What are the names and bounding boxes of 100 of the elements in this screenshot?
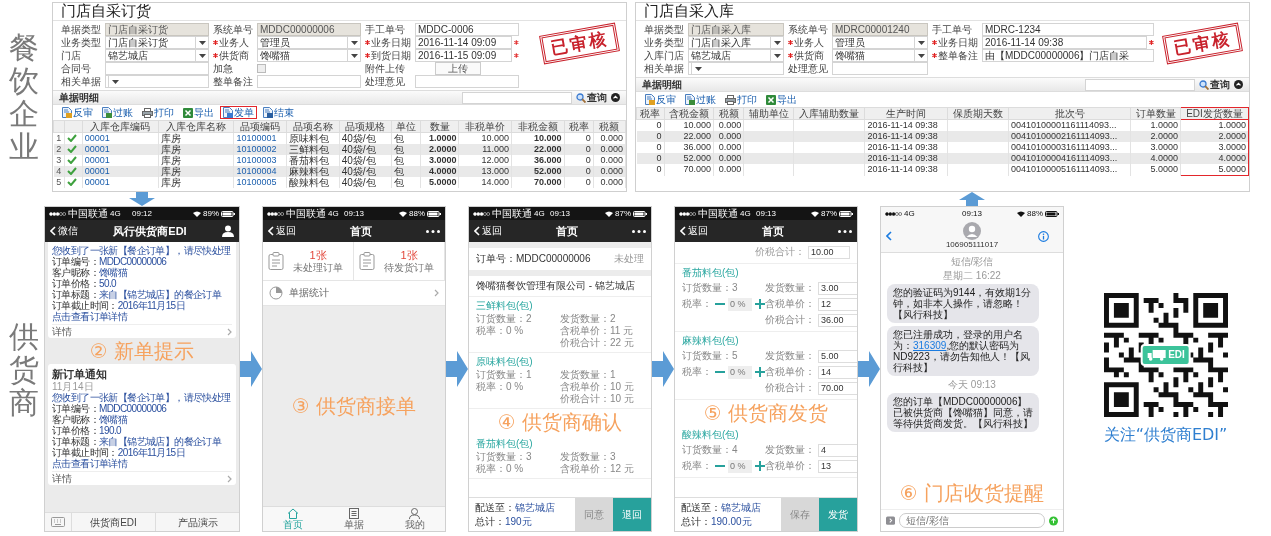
text-field[interactable]: 门店自采订货 <box>105 23 209 36</box>
dropdown[interactable]: 门店自采订货 <box>105 36 209 49</box>
dropdown[interactable]: 馋嘴猫 <box>257 49 361 62</box>
text-field[interactable]: 0 % <box>728 365 752 379</box>
dropdown[interactable]: 锦艺城店 <box>105 49 209 62</box>
plus-icon[interactable] <box>755 461 765 471</box>
text-field[interactable]: MDDC-0006 <box>415 23 519 36</box>
dropdown[interactable]: 管理员 <box>832 36 928 49</box>
search-button[interactable]: 查询 <box>1199 78 1230 91</box>
text-field[interactable]: 13 <box>818 459 857 473</box>
back-button[interactable]: 返回 <box>680 224 708 238</box>
detail-link[interactable]: 点击查看订单详情 <box>52 458 232 469</box>
back-icon[interactable] <box>886 231 892 241</box>
text-field[interactable]: 70.00 <box>818 381 857 395</box>
field-label: 业务类型 <box>61 36 101 49</box>
text-field[interactable]: 2016-11-14 09:09 <box>415 36 513 49</box>
field-label: 含税单价： <box>765 460 815 472</box>
pie-chart-icon <box>269 286 283 300</box>
column-header: 税额 <box>713 107 744 120</box>
text-field[interactable]: 5.00 <box>818 349 857 363</box>
item-name: 番茄料包(包) <box>682 266 740 280</box>
menu-item[interactable]: 供货商EDI <box>71 512 155 531</box>
toolbar-button[interactable]: 导出 <box>763 93 800 106</box>
text-field[interactable]: 3.00 <box>818 281 857 295</box>
step-caption: ② 新单提示 <box>88 338 196 364</box>
dropdown[interactable] <box>688 62 784 75</box>
collapse-icon[interactable] <box>611 93 620 102</box>
text-field[interactable]: MDRC-1234 <box>982 23 1154 36</box>
search-field[interactable] <box>462 91 572 104</box>
text-field[interactable]: 2016-11-14 09:38 <box>982 36 1148 49</box>
details-row[interactable]: 详情 <box>52 471 232 485</box>
search-field[interactable] <box>1085 78 1195 91</box>
dropdown[interactable]: 馋嘴猫 <box>832 49 928 62</box>
plus-icon[interactable] <box>755 367 765 377</box>
collapse-icon[interactable] <box>1234 80 1243 89</box>
checkbox[interactable] <box>257 64 266 73</box>
text-field[interactable]: 36.00 <box>818 313 857 327</box>
column-header: 税率 <box>636 107 664 120</box>
text-field[interactable]: 14 <box>818 365 857 379</box>
toolbar-button[interactable]: 打印 <box>722 93 760 106</box>
signal-icon <box>267 211 284 216</box>
send-icon[interactable] <box>1049 514 1058 527</box>
table-cell: 00001 <box>82 177 159 188</box>
back-button[interactable]: 返回 <box>268 224 296 238</box>
person-icon[interactable] <box>222 225 234 237</box>
upload-button[interactable]: 上传 <box>435 62 481 75</box>
info-icon[interactable] <box>1038 230 1049 242</box>
tab[interactable]: 我的 <box>384 507 445 531</box>
dropdown[interactable]: 门店自采入库 <box>688 36 784 49</box>
dropdown[interactable] <box>105 75 209 88</box>
text-field[interactable]: 0 % <box>728 297 752 311</box>
text-field[interactable]: 4 <box>818 443 857 457</box>
more-icon[interactable] <box>426 229 440 233</box>
link[interactable]: 316309 <box>913 340 947 351</box>
item-detail: 价税合计：22 元 <box>560 337 635 349</box>
search-button[interactable]: 查询 <box>576 91 607 104</box>
toolbar-button[interactable]: 打印 <box>139 106 177 119</box>
table-cell: 0.000 <box>593 177 626 188</box>
details-row[interactable]: 详情 <box>52 324 232 338</box>
menu-item[interactable]: 产品演示 <box>155 512 239 531</box>
plus-icon[interactable] <box>755 299 765 309</box>
back-button[interactable]: 微信 <box>50 224 78 238</box>
text-field[interactable] <box>105 62 209 75</box>
dropdown[interactable]: 锦艺城店 <box>688 49 784 62</box>
text-field[interactable]: 12 <box>818 297 857 311</box>
back-button[interactable]: 返回 <box>474 224 502 238</box>
expand-icon[interactable] <box>886 515 895 526</box>
text-field[interactable]: MDRC00001240 <box>832 23 928 36</box>
text-field[interactable] <box>415 75 519 88</box>
toolbar-button[interactable]: 结束 <box>260 106 297 119</box>
column-header: 入库仓库编码 <box>82 120 159 133</box>
text-field[interactable] <box>257 75 361 88</box>
toolbar-button[interactable]: 反审 <box>642 93 679 106</box>
column-header: 非税金额 <box>511 120 565 133</box>
tab[interactable]: 单据 <box>323 507 385 531</box>
more-icon[interactable] <box>838 229 852 233</box>
text-field[interactable]: 10.00 <box>808 245 850 259</box>
column-header: 辅助单位 <box>743 107 794 120</box>
battery-icon <box>1045 210 1059 217</box>
text-field[interactable]: MDDC00000006 <box>257 23 361 36</box>
toolbar-button[interactable]: 反审 <box>59 106 96 119</box>
keyboard-icon[interactable] <box>51 517 65 527</box>
text-field[interactable] <box>832 62 928 75</box>
home-icon <box>287 508 300 519</box>
toolbar-button[interactable]: 发单 <box>220 106 257 119</box>
dropdown[interactable]: 管理员 <box>257 36 361 49</box>
field-label: 手工单号 <box>365 23 405 36</box>
message-field[interactable]: 短信/彩信 <box>899 513 1045 528</box>
field-label: 系统单号 <box>788 23 828 36</box>
back-icon <box>50 226 56 236</box>
text-field[interactable]: 0 % <box>728 459 752 473</box>
toolbar-button[interactable]: 过账 <box>682 93 719 106</box>
more-icon[interactable] <box>632 229 646 233</box>
detail-link[interactable]: 点击查看订单详情 <box>52 311 232 322</box>
text-field[interactable]: 门店自采入库 <box>688 23 784 36</box>
table-cell: 11.000 <box>458 144 512 155</box>
text-field[interactable]: 由【MDDC00000006】门店自采 <box>982 49 1154 62</box>
toolbar-button[interactable]: 过账 <box>99 106 136 119</box>
toolbar-button[interactable]: 导出 <box>180 106 217 119</box>
text-field[interactable]: 2016-11-15 09:09 <box>415 49 513 62</box>
